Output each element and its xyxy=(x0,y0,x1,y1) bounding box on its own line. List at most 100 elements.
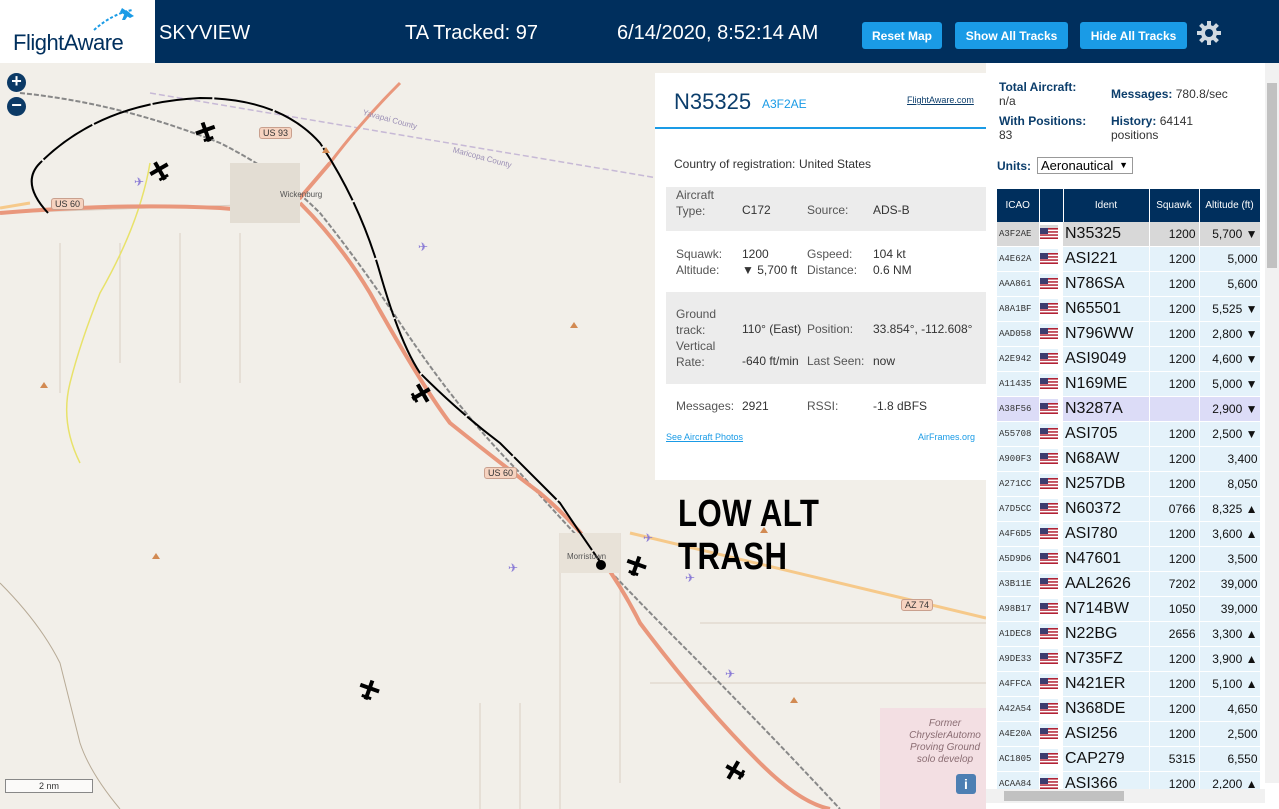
table-row[interactable]: A8A1BF N65501 1200 5,525 ▼ xyxy=(997,296,1260,322)
table-row[interactable]: A1DEC8 N22BG 2656 3,300 ▲ xyxy=(997,621,1260,647)
aircraft-marker-icon[interactable] xyxy=(149,160,171,182)
map-info-button[interactable]: i xyxy=(956,774,976,794)
distance-value: 0.6 NM xyxy=(873,263,912,277)
table-row[interactable]: AC1805 CAP279 5315 6,550 xyxy=(997,746,1260,772)
altitude-cell: 6,550 xyxy=(1199,746,1260,772)
flag-cell xyxy=(1039,224,1059,240)
vertical-scrollbar[interactable] xyxy=(1265,63,1279,783)
hide-all-tracks-button[interactable]: Hide All Tracks xyxy=(1080,22,1187,49)
aircraft-marker-icon[interactable] xyxy=(724,760,746,782)
table-row[interactable]: A55708 ASI705 1200 2,500 ▼ xyxy=(997,421,1260,447)
table-row[interactable]: A42A54 N368DE 1200 4,650 xyxy=(997,696,1260,722)
table-row[interactable]: AAD058 N796WW 1200 2,800 ▼ xyxy=(997,321,1260,347)
squawk-label: Squawk: xyxy=(676,247,723,261)
table-row[interactable]: A2E942 ASI9049 1200 4,600 ▼ xyxy=(997,346,1260,372)
with-positions-label: With Positions: xyxy=(999,114,1087,128)
squawk-cell: 1200 xyxy=(1149,271,1200,297)
squawk-cell xyxy=(1149,396,1200,422)
table-row[interactable]: ACAA84 ASI366 1200 2,200 ▲ xyxy=(997,771,1260,789)
squawk-cell: 1200 xyxy=(1149,546,1200,572)
messages-value: 2921 xyxy=(742,399,769,413)
aircraft-photos-link[interactable]: See Aircraft Photos xyxy=(666,432,743,442)
reset-map-button[interactable]: Reset Map xyxy=(862,22,942,49)
us-flag-icon xyxy=(1039,427,1058,439)
us-flag-icon xyxy=(1039,652,1058,664)
settings-gear-icon[interactable] xyxy=(1196,20,1222,46)
table-row[interactable]: A3F2AE N35325 1200 5,700 ▼ xyxy=(997,222,1260,247)
units-select[interactable]: Aeronautical ▼ xyxy=(1037,157,1133,174)
table-row[interactable]: A9DE33 N735FZ 1200 3,900 ▲ xyxy=(997,646,1260,672)
distance-label: Distance: xyxy=(807,263,858,277)
column-header-flag[interactable] xyxy=(1039,189,1064,222)
us-flag-icon xyxy=(1039,228,1058,240)
table-row[interactable]: AAA861 N786SA 1200 5,600 xyxy=(997,271,1260,297)
aircraft-table-container[interactable]: ICAO Ident Squawk Altitude (ft) A3F2AE N3… xyxy=(997,189,1260,789)
flag-cell xyxy=(1039,524,1059,539)
us-flag-icon xyxy=(1039,552,1058,564)
table-row[interactable]: A5D9D6 N47601 1200 3,500 xyxy=(997,546,1260,572)
table-row[interactable]: A4F6D5 ASI780 1200 3,600 ▲ xyxy=(997,521,1260,547)
table-row[interactable]: A4E20A ASI256 1200 2,500 xyxy=(997,721,1260,747)
history-stat: History: 64141 positions xyxy=(1111,114,1216,142)
altitude-cell: 3,300 ▲ xyxy=(1199,621,1260,647)
selected-aircraft-icon[interactable] xyxy=(625,555,647,577)
flag-cell xyxy=(1039,574,1059,589)
scrollbar-thumb[interactable] xyxy=(1267,83,1277,268)
squawk-cell: 1200 xyxy=(1149,346,1200,372)
table-row[interactable]: A271CC N257DB 1200 8,050 xyxy=(997,471,1260,497)
messages-rate-label: Messages: xyxy=(1111,87,1173,101)
flag-cell xyxy=(1039,624,1059,639)
icao-cell: A4F6D5 xyxy=(997,521,1040,547)
column-header-ident[interactable]: Ident xyxy=(1063,189,1150,222)
ident-cell: N65501 xyxy=(1063,296,1150,322)
flag-cell xyxy=(1039,324,1059,339)
type-row: Aircraft Type: C172 Source: ADS-B xyxy=(666,187,986,231)
scrollbar-thumb[interactable] xyxy=(1004,791,1124,801)
squawk-cell: 1200 xyxy=(1149,521,1200,547)
lastseen-label: Last Seen: xyxy=(807,354,865,368)
column-header-icao[interactable]: ICAO xyxy=(997,189,1040,222)
table-row[interactable]: A900F3 N68AW 1200 3,400 xyxy=(997,446,1260,472)
icao-cell: AAD058 xyxy=(997,321,1040,347)
table-row[interactable]: A98B17 N714BW 1050 39,000 xyxy=(997,596,1260,622)
table-row[interactable]: A7D5CC N60372 0766 8,325 ▲ xyxy=(997,496,1260,522)
table-row[interactable]: A4E62A ASI221 1200 5,000 xyxy=(997,246,1260,272)
table-row[interactable]: A3B11E AAL2626 7202 39,000 xyxy=(997,571,1260,597)
squawk-cell: 5315 xyxy=(1149,746,1200,772)
table-row[interactable]: A38F56 N3287A 2,900 ▼ xyxy=(997,396,1260,422)
track-row: Ground track: 110° (East) Position: 33.8… xyxy=(666,292,986,384)
aircraft-marker-icon[interactable] xyxy=(358,679,380,701)
horizontal-scrollbar[interactable] xyxy=(986,789,1265,803)
altitude-cell: 5,600 xyxy=(1199,271,1260,297)
flightaware-logo[interactable]: FlightAware xyxy=(0,0,155,63)
zoom-in-button[interactable]: + xyxy=(7,72,26,92)
table-row[interactable]: A4FFCA N421ER 1200 5,100 ▲ xyxy=(997,671,1260,697)
us-flag-icon xyxy=(1039,677,1058,689)
icao-cell: A11435 xyxy=(997,371,1040,397)
squawk-cell: 1200 xyxy=(1149,371,1200,397)
flag-cell xyxy=(1039,674,1059,689)
table-row[interactable]: A11435 N169ME 1200 5,000 ▼ xyxy=(997,371,1260,397)
altitude-cell: 4,600 ▼ xyxy=(1199,346,1260,372)
road-shield: US 60 xyxy=(484,467,518,479)
show-all-tracks-button[interactable]: Show All Tracks xyxy=(955,22,1068,49)
us-flag-icon xyxy=(1039,277,1058,289)
us-flag-icon xyxy=(1039,502,1058,514)
flag-cell xyxy=(1039,399,1059,414)
flag-cell xyxy=(1039,599,1059,614)
us-flag-icon xyxy=(1039,452,1058,464)
app-name: SKYVIEW xyxy=(159,22,251,44)
squawk-cell: 1200 xyxy=(1149,321,1200,347)
altitude-cell: 8,050 xyxy=(1199,471,1260,497)
aircraft-marker-icon[interactable] xyxy=(410,383,432,405)
column-header-altitude[interactable]: Altitude (ft) xyxy=(1199,189,1260,222)
flightaware-link[interactable]: FlightAware.com xyxy=(907,95,974,105)
airframes-link[interactable]: AirFrames.org xyxy=(918,432,975,442)
altitude-cell: 3,600 ▲ xyxy=(1199,521,1260,547)
column-header-squawk[interactable]: Squawk xyxy=(1149,189,1200,222)
icao-cell: A8A1BF xyxy=(997,296,1040,322)
aircraft-marker-icon[interactable] xyxy=(195,121,217,143)
zoom-out-button[interactable]: − xyxy=(7,96,26,116)
icao-cell: A38F56 xyxy=(997,396,1040,422)
ident-cell: N3287A xyxy=(1063,396,1150,422)
